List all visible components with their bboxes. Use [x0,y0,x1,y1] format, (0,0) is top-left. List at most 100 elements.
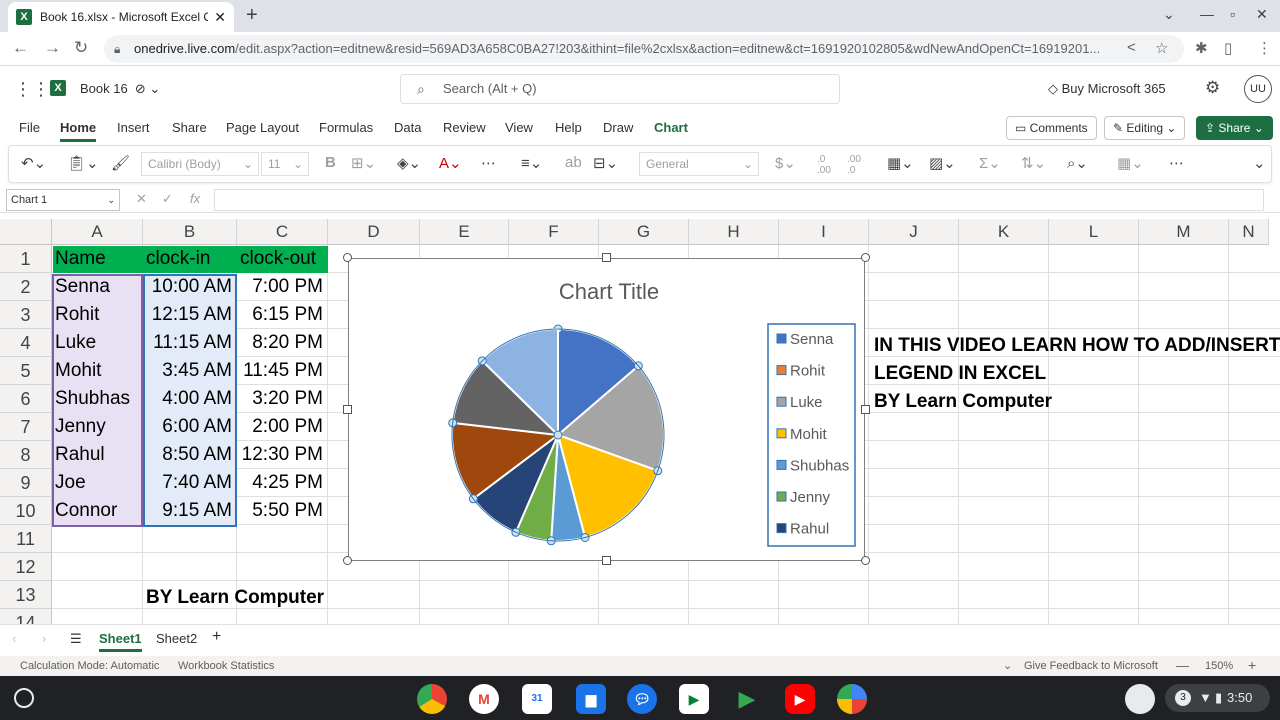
resize-handle-tr[interactable] [861,253,870,262]
clock-out-cell[interactable]: 5:50 PM [237,497,328,525]
autosum-icon[interactable]: Σ⌄ [979,154,1001,172]
row-header-11[interactable]: 11 [0,525,52,553]
name-cell[interactable]: Shubhas [52,385,143,413]
messages-icon[interactable]: 💬︎ [627,684,657,714]
tab-share[interactable]: Share [172,120,207,135]
tab-search-chevron-icon[interactable]: ⌄ [1163,6,1175,23]
row-header-7[interactable]: 7 [0,413,52,441]
reload-icon[interactable]: ↻ [74,38,88,58]
name-cell[interactable]: Rahul [52,441,143,469]
cancel-icon[interactable]: ✕ [136,191,147,207]
clock-out-cell[interactable]: 3:20 PM [237,385,328,413]
workbook-name[interactable]: Book 16 ⊘ ⌄ [80,81,160,97]
font-size-select[interactable]: 11 ⌄ [261,152,309,176]
launcher-icon[interactable] [14,688,34,708]
zoom-level[interactable]: 150% [1205,660,1233,672]
bold-icon[interactable]: B [325,154,336,171]
pie-center-handle[interactable] [553,430,563,440]
row-header-2[interactable]: 2 [0,273,52,301]
gmail-icon[interactable]: M [469,684,499,714]
row-header-14[interactable]: 14 [0,609,52,624]
bookmark-star-icon[interactable]: ☆ [1155,39,1168,57]
add-sheet-icon[interactable]: + [212,628,221,646]
column-header-f[interactable]: F [509,219,599,245]
resize-handle-tl[interactable] [343,253,352,262]
more-options-icon[interactable]: ⋯ [1169,154,1184,172]
row-header-10[interactable]: 10 [0,497,52,525]
column-header-k[interactable]: K [959,219,1049,245]
row-header-6[interactable]: 6 [0,385,52,413]
search-box[interactable]: ⌕ Search (Alt + Q) [400,74,840,104]
clock-in-cell[interactable]: 3:45 AM [143,357,237,385]
borders-icon[interactable]: ⊞⌄ [351,154,376,172]
minimize-icon[interactable]: — [1200,6,1214,22]
side-panel-icon[interactable]: ▯ [1224,39,1232,57]
chrome-icon[interactable] [417,684,447,714]
resize-handle-br[interactable] [861,556,870,565]
clock-in-cell[interactable]: 12:15 AM [143,301,237,329]
name-cell[interactable]: Connor [52,497,143,525]
resize-handle-t[interactable] [602,253,611,262]
resize-handle-bl[interactable] [343,556,352,565]
column-header-h[interactable]: H [689,219,779,245]
legend-entry-senna[interactable]: Senna [790,331,834,348]
name-box[interactable]: Chart 1 ⌄ [6,189,120,211]
enter-icon[interactable]: ✓ [162,191,173,207]
column-header-l[interactable]: L [1049,219,1139,245]
extensions-icon[interactable]: ✱ [1195,39,1208,57]
share-button[interactable]: ⇪ Share ⌄ [1196,116,1273,140]
paste-icon[interactable]: 📋︎⌄ [67,154,99,172]
merge-icon[interactable]: ⊟⌄ [593,154,618,172]
files-icon[interactable]: ▆ [576,684,606,714]
clock-in-cell[interactable]: 7:40 AM [143,469,237,497]
tab-page-layout[interactable]: Page Layout [226,120,299,135]
sheet-tab-2[interactable]: Sheet2 [156,631,197,646]
photos-icon[interactable] [837,684,867,714]
name-cell[interactable]: Joe [52,469,143,497]
legend-entry-mohit[interactable]: Mohit [790,426,828,443]
header-cell[interactable]: Name [52,245,143,273]
font-color-icon[interactable]: A⌄ [439,154,462,172]
zoom-in-icon[interactable]: + [1248,657,1256,673]
next-sheet-icon[interactable]: › [42,631,46,646]
sort-filter-icon[interactable]: ⇅⌄ [1021,154,1046,172]
name-cell[interactable]: Senna [52,273,143,301]
clock-in-cell[interactable]: 4:00 AM [143,385,237,413]
sheet-tab-1[interactable]: Sheet1 [99,631,142,652]
chart-title[interactable]: Chart Title [559,279,659,304]
legend-entry-rohit[interactable]: Rohit [790,363,826,380]
align-icon[interactable]: ≡⌄ [521,154,542,172]
side-text-line-2[interactable]: LEGEND IN EXCEL [874,360,1046,388]
app-launcher-icon[interactable]: ⋮⋮ [14,79,50,100]
avatar[interactable]: UU [1244,75,1272,103]
insert-function-icon[interactable]: fx [190,191,200,206]
row-header-4[interactable]: 4 [0,329,52,357]
row-header-8[interactable]: 8 [0,441,52,469]
resize-handle-b[interactable] [602,556,611,565]
column-header-d[interactable]: D [328,219,420,245]
new-tab-icon[interactable]: + [246,4,258,27]
format-painter-icon[interactable]: 🖌︎ [111,154,130,172]
tab-review[interactable]: Review [443,120,486,135]
comments-button[interactable]: ▭ Comments [1006,116,1097,140]
tab-formulas[interactable]: Formulas [319,120,373,135]
clock-in-cell[interactable]: 11:15 AM [143,329,237,357]
forward-icon[interactable]: → [44,38,61,58]
find-icon[interactable]: ⌕⌄ [1067,154,1088,172]
tab-file[interactable]: File [19,120,40,135]
column-header-a[interactable]: A [52,219,143,245]
cell-b13[interactable]: BY Learn Computer [146,584,324,612]
column-header-j[interactable]: J [869,219,959,245]
clock-out-cell[interactable]: 6:15 PM [237,301,328,329]
clock-out-cell[interactable]: 4:25 PM [237,469,328,497]
header-cell[interactable]: clock-in [143,245,237,273]
meet-icon[interactable]: ▶ [679,684,709,714]
youtube-icon[interactable]: ▶ [785,684,815,714]
resize-handle-r[interactable] [861,405,870,414]
resize-handle-l[interactable] [343,405,352,414]
clock-in-cell[interactable]: 9:15 AM [143,497,237,525]
tab-draw[interactable]: Draw [603,120,633,135]
legend-entry-rahul[interactable]: Rahul [790,521,829,538]
menu-dots-icon[interactable]: ⋮ [1257,39,1272,57]
legend-entry-jenny[interactable]: Jenny [790,489,831,506]
